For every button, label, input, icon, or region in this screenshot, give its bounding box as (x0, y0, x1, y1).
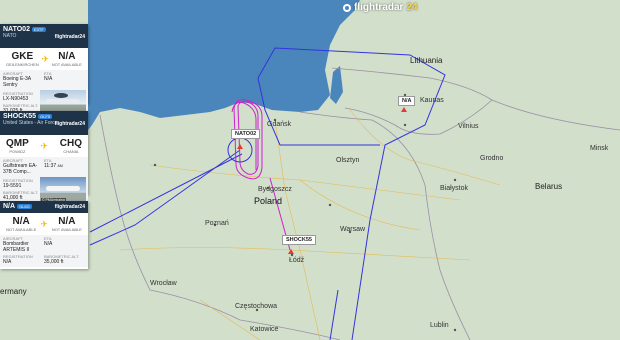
route-row: N/A NOT AVAILABLE ✈ N/A NOT AVAILABLE (0, 213, 88, 235)
airplane-icon: ✈ (40, 218, 48, 229)
map-label-belarus: Belarus (535, 182, 563, 191)
map-label-kaunas: Kaunas (420, 97, 444, 104)
map-label-wroclaw: Wrocław (150, 280, 177, 287)
origin-code: GKE (11, 51, 34, 62)
map-label-lodz: Łódź (289, 257, 305, 264)
map-label-minsk: Minsk (590, 145, 609, 152)
details-row: AIRCRAFT Bombardier ARTEMIS II ETA N/A REG… (0, 235, 88, 267)
eta: 11:37 AM (44, 163, 63, 169)
destination-city: CHANIA (63, 149, 79, 154)
registration: N/A (3, 259, 12, 265)
type-badge: GLF5 (38, 114, 53, 120)
route-row: QMP POWIDZ ✈ CHQ CHANIA (0, 135, 88, 157)
destination-code: N/A (58, 216, 76, 227)
map-label-grodno: Grodno (480, 155, 504, 162)
map-label-bialystok: Białystok (440, 185, 469, 192)
map-label-poland: Poland (254, 196, 283, 206)
map-label-katowice: Katowice (250, 326, 279, 333)
type-badge: E3TF (31, 27, 46, 33)
map-label-lublin: Lublin (430, 322, 449, 329)
destination-city: NOT AVAILABLE (51, 62, 82, 67)
panel-brand: flightradar24 (54, 121, 85, 127)
callsign: SHOCK55 (3, 113, 37, 120)
origin-city: POWIDZ (9, 149, 26, 154)
panel-brand: flightradar24 (54, 204, 85, 210)
aircraft-type: Bombardier ARTEMIS II (3, 241, 30, 253)
destination-code: N/A (58, 51, 76, 62)
airplane-icon: ✈ (41, 53, 49, 64)
map-label-olsztyn: Olsztyn (336, 157, 360, 164)
origin-code: QMP (6, 138, 29, 149)
aircraft-type: Boeing E-3A Sentry (3, 76, 31, 88)
map-label-lithuania: Lithuania (410, 56, 443, 65)
eta: N/A (44, 241, 53, 247)
details-row: AIRCRAFT Boeing E-3A Sentry ETA N/A (0, 70, 88, 90)
map-label-poznan: Poznań (205, 220, 229, 227)
airplane-icon: ✈ (40, 140, 49, 151)
origin-city: GEILENKIRCHEN (6, 62, 39, 67)
aircraft-type: Gulfstream EA-37B Comp... (3, 163, 38, 175)
panel-header: N/A GL6G flightradar24 (0, 201, 88, 213)
panel-header: SHOCK55 GLF5 United States - Air Force fl… (0, 111, 88, 135)
destination-city: NOT AVAILABLE (51, 227, 82, 232)
callsign: NATO02 (3, 26, 30, 33)
destination-code: CHQ (59, 138, 82, 149)
type-badge: GL6G (17, 204, 32, 210)
flight-panel-na[interactable]: N/A GL6G flightradar24 N/A NOT AVAILABLE ✈… (0, 201, 88, 269)
map-label-czestochowa: Częstochowa (235, 303, 278, 310)
map-canvas[interactable] (0, 0, 620, 340)
route-row: GKE GEILENKIRCHEN ✈ N/A NOT AVAILABLE (0, 48, 88, 70)
map-label-gdansk: Gdańsk (267, 121, 292, 128)
origin-city: NOT AVAILABLE (6, 227, 37, 232)
flight-panel-shock55[interactable]: SHOCK55 GLF5 United States - Air Force fl… (0, 111, 88, 207)
panel-header: NATO02 E3TF NATO flightradar24 (0, 24, 88, 48)
map-label-vilnius: Vilnius (458, 123, 479, 130)
eta: N/A (44, 76, 53, 82)
nato02-map-tag[interactable]: NATO02 (231, 129, 261, 139)
callsign: N/A (3, 203, 16, 210)
flightradar24-logo[interactable]: flightradar 24 (343, 0, 429, 15)
map-label-bydgoszcz: Bydgoszcz (258, 186, 292, 193)
na-map-tag[interactable]: N/A (398, 96, 416, 106)
radar-icon (343, 3, 351, 12)
details-row: AIRCRAFT Gulfstream EA-37B Comp... ETA 11:… (0, 157, 88, 177)
panel-brand: flightradar24 (54, 34, 85, 40)
flight-panel-nato02[interactable]: NATO02 E3TF NATO flightradar24 GKE GEILENK… (0, 24, 88, 118)
origin-code: N/A (12, 216, 30, 227)
map-label-germany: ermany (0, 287, 27, 296)
altitude: 35,000 ft (44, 259, 64, 265)
shock55-map-tag[interactable]: SHOCK55 (282, 235, 316, 245)
aircraft-photo[interactable]: © PMUmbaing (40, 177, 86, 203)
map-label-warsaw: Warsaw (340, 226, 366, 233)
